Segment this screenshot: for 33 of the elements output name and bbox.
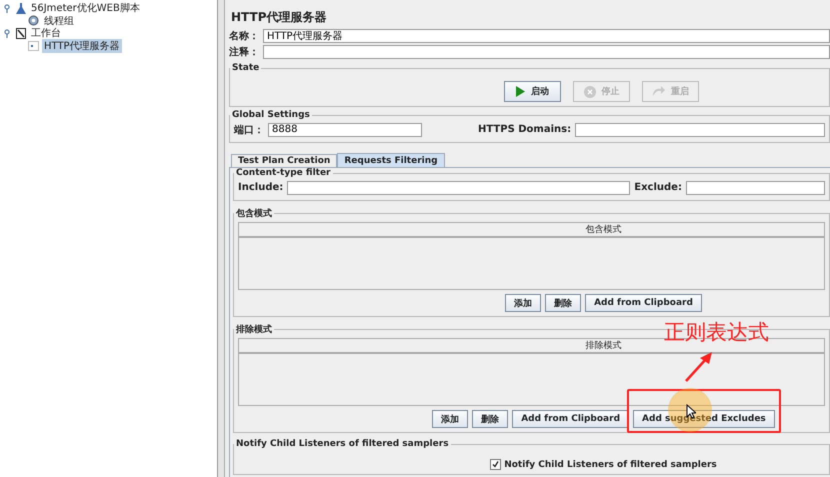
name-field[interactable]: HTTP代理服务器 [263, 28, 830, 42]
panel-title: HTTP代理服务器 [230, 8, 328, 26]
tree-item[interactable]: HTTP代理服务器 [42, 38, 122, 53]
tree-item[interactable]: 工作台 [29, 26, 63, 40]
field-label: 端口： [234, 124, 264, 136]
tab[interactable]: Requests Filtering [337, 153, 445, 167]
field-label: Include: [238, 182, 284, 193]
group-title: Content-type filter [235, 168, 332, 178]
field-label: 注释： [229, 45, 259, 58]
start-button[interactable]: 启动 [504, 81, 561, 102]
table-action-button[interactable]: Add from Clipboard [585, 294, 702, 312]
port-field[interactable]: 8888 [268, 122, 422, 136]
group-title: Global Settings [231, 110, 311, 120]
annotation-text: 正则表达式 [664, 319, 769, 346]
tree-item[interactable]: 线程组 [42, 14, 76, 28]
table-action-button[interactable]: Add suggested Excludes [633, 410, 775, 428]
table-action-button[interactable]: 添加 [432, 410, 468, 428]
column-header: 排除模式 [586, 340, 622, 352]
table-action-button[interactable]: 删除 [472, 410, 508, 428]
group-title: State [231, 63, 260, 73]
group-title: Notify Child Listeners of filtered samplers [235, 439, 450, 449]
field-label: HTTPS Domains: [478, 124, 572, 135]
table-action-button[interactable]: 删除 [545, 294, 582, 312]
tree-item[interactable]: 56Jmeter优化WEB脚本 [29, 1, 142, 16]
field-label: Exclude: [634, 182, 682, 193]
checkbox-label: Notify Child Listeners of filtered samplers [504, 460, 717, 470]
column-header: 包含模式 [586, 224, 622, 236]
table-action-button[interactable]: 添加 [505, 294, 542, 312]
table-action-button[interactable]: Add from Clipboard [512, 410, 630, 428]
tab[interactable]: Test Plan Creation [231, 154, 338, 167]
group-title: 包含模式 [234, 207, 273, 220]
field-label: 名称： [229, 30, 259, 42]
group-title: 排除模式 [235, 323, 273, 336]
